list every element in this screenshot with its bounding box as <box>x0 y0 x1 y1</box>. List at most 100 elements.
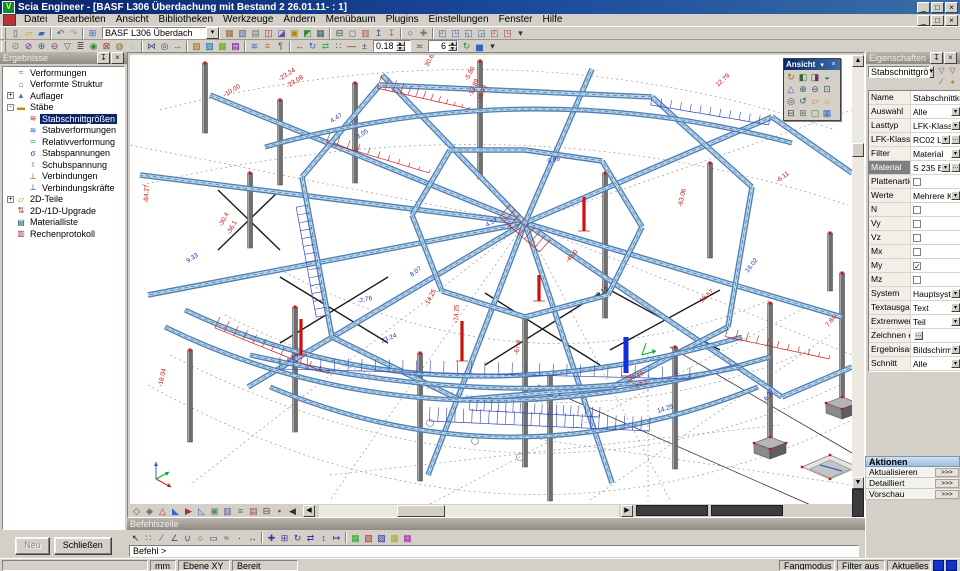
tree-item-materialliste[interactable]: ▤Materialliste <box>3 217 124 229</box>
property-value[interactable] <box>911 217 960 230</box>
layout-frame-6-icon[interactable]: ◳ <box>501 27 514 39</box>
command-input[interactable]: Befehl > <box>129 545 859 557</box>
vertical-scrollbar[interactable]: ▲ ▼ <box>852 55 864 489</box>
status-filter[interactable]: Filter aus <box>837 560 885 571</box>
line-icon[interactable]: ∕ <box>155 532 168 544</box>
view-direction-icon[interactable]: ◣ <box>169 505 182 517</box>
combo-arrow-icon[interactable]: ▾ <box>951 107 960 116</box>
line-width-icon[interactable]: — <box>345 40 358 52</box>
pin-icon[interactable]: ↧ <box>930 52 943 64</box>
scale-cmd-icon[interactable]: ↕ <box>317 532 330 544</box>
status-snap-mode[interactable]: Fangmodus <box>779 560 835 571</box>
dimension-icon[interactable]: ↔ <box>246 532 259 544</box>
image-icon[interactable]: ◩ <box>301 27 314 39</box>
rotate-icon[interactable]: ↻ <box>306 40 319 52</box>
close-panel-icon[interactable]: × <box>111 52 124 64</box>
property-value[interactable]: Alle▾ <box>911 105 960 118</box>
tree-item-relativverformung[interactable]: ≃Relativverformung <box>3 136 124 148</box>
measure-icon[interactable]: ↔ <box>171 40 184 52</box>
property-value[interactable]: Hauptsyste▾ <box>911 287 960 300</box>
ratio-icon[interactable]: ≍ <box>413 40 426 52</box>
property-row-vy[interactable]: Vy <box>869 217 960 231</box>
property-type-combo-arrow[interactable]: ▾ <box>929 66 935 78</box>
checkbox-unchecked[interactable] <box>913 248 921 256</box>
select-remove-icon[interactable]: ⊖ <box>48 40 61 52</box>
spline-icon[interactable]: ≈ <box>220 532 233 544</box>
tree-item-stabspannungen[interactable]: σStabspannungen <box>3 148 124 160</box>
property-row-ergebnisanz-[interactable]: Ergebnisanz...Bildschirm▾ <box>869 343 960 357</box>
property-value[interactable] <box>911 231 960 244</box>
tree-item-rechenprotokoll[interactable]: ▥Rechenprotokoll <box>3 228 124 240</box>
property-row-n[interactable]: N <box>869 203 960 217</box>
view-side-icon[interactable]: ◨ <box>809 71 821 83</box>
close-panel-icon[interactable]: × <box>944 52 957 64</box>
combo-arrow-icon[interactable]: ▾ <box>951 289 960 298</box>
new-button[interactable]: Neu <box>15 537 50 555</box>
calc-2-icon[interactable]: ▧ <box>362 532 375 544</box>
move-cmd-icon[interactable]: ✚ <box>265 532 278 544</box>
tree-item-verformte-struktur[interactable]: ⌂Verformte Struktur <box>3 79 124 91</box>
horizontal-scrollbar[interactable] <box>319 505 619 517</box>
marker-icon[interactable]: ▪ <box>273 505 286 517</box>
table-icon[interactable]: ▦ <box>314 27 327 39</box>
property-value[interactable]: Stabschnittkr... <box>911 91 960 104</box>
render-icon[interactable]: ≡ <box>261 40 274 52</box>
arc-icon[interactable]: ∪ <box>181 532 194 544</box>
tree-item-verbindungskr-fte[interactable]: ⊥Verbindungskräfte <box>3 182 124 194</box>
point-icon[interactable]: · <box>233 532 246 544</box>
work-plane-icon[interactable]: ◺ <box>195 505 208 517</box>
result-scale-icon[interactable]: ± <box>358 40 371 52</box>
print-preview-icon[interactable]: ◻ <box>346 27 359 39</box>
combo-arrow-icon[interactable]: ▾ <box>951 149 960 158</box>
zoom-in-icon[interactable]: ⊕ <box>797 83 809 95</box>
property-value[interactable]: Alle▾ <box>911 357 960 370</box>
scale-down-button[interactable]: ▼ <box>396 46 405 51</box>
combo-arrow-icon[interactable]: ▾ <box>951 191 960 200</box>
shading-icon[interactable]: ◆ <box>143 505 156 517</box>
tree-item-stabschnittgr-en[interactable]: ≋Stabschnittgrößen <box>3 113 124 125</box>
zoom-selection-icon[interactable]: ◎ <box>158 40 171 52</box>
close-tree-button[interactable]: Schließen <box>54 537 112 555</box>
property-value[interactable]: … <box>911 329 960 342</box>
wireframe-icon[interactable]: ≋ <box>248 40 261 52</box>
ellipsis-button[interactable]: … <box>951 163 960 172</box>
menu-werkzeuge[interactable]: Werkzeuge <box>218 14 278 26</box>
axon-view-icon[interactable]: △ <box>785 83 797 95</box>
checkbox-unchecked[interactable] <box>913 276 921 284</box>
open-folder-icon[interactable]: ▱ <box>22 27 35 39</box>
undo-icon[interactable]: ↶ <box>54 27 67 39</box>
combo-arrow-icon[interactable]: ▾ <box>941 163 950 172</box>
point-grid-icon[interactable]: ∷ <box>142 532 155 544</box>
document-icon[interactable]: ▤ <box>249 27 262 39</box>
combo-arrow-icon[interactable]: ▾ <box>941 135 950 144</box>
gallery-icon[interactable]: ▥ <box>359 27 372 39</box>
property-row-extremwerte[interactable]: ExtremwerteTeil▾ <box>869 315 960 329</box>
filter-a-icon[interactable]: ▽ <box>936 65 947 76</box>
params-icon[interactable]: ≡ <box>234 505 247 517</box>
status-color-box-1[interactable] <box>933 560 944 571</box>
layout-frame-2-icon[interactable]: ◳ <box>449 27 462 39</box>
selected-member[interactable] <box>624 337 629 373</box>
activity-4-icon[interactable]: ▤ <box>229 40 242 52</box>
property-value[interactable] <box>911 245 960 258</box>
property-value[interactable]: RC02 Lin▾… <box>911 133 960 146</box>
stretch-cmd-icon[interactable]: ↦ <box>330 532 343 544</box>
activity-1-icon[interactable]: ▧ <box>190 40 203 52</box>
mdi-minimize-button[interactable]: _ <box>917 15 930 26</box>
scale-spinner[interactable]: 0.18 ▲▼ <box>373 40 411 52</box>
tree-item-2d-1d-upgrade[interactable]: ⇅2D-/1D-Upgrade <box>3 205 124 217</box>
action-more-button[interactable]: >>> <box>935 490 959 499</box>
ellipsis-button[interactable]: … <box>951 135 960 144</box>
property-row-my[interactable]: My✓ <box>869 259 960 273</box>
scroll-up-arrow[interactable]: ▲ <box>852 55 864 67</box>
results-icon[interactable]: ▧ <box>236 27 249 39</box>
status-color-box-2[interactable] <box>946 560 957 571</box>
menu-hilfe[interactable]: Hilfe <box>537 14 567 26</box>
polyline-icon[interactable]: ∠ <box>168 532 181 544</box>
property-row-zeichnen-ein-[interactable]: Zeichnen ein...… <box>869 329 960 343</box>
refresh-icon[interactable]: ↻ <box>460 40 473 52</box>
count-spinner[interactable]: 6 ▲▼ <box>428 40 458 52</box>
menu-ansicht[interactable]: Ansicht <box>111 14 154 26</box>
property-value[interactable]: ✓ <box>911 259 960 272</box>
export-icon[interactable]: ↥ <box>372 27 385 39</box>
